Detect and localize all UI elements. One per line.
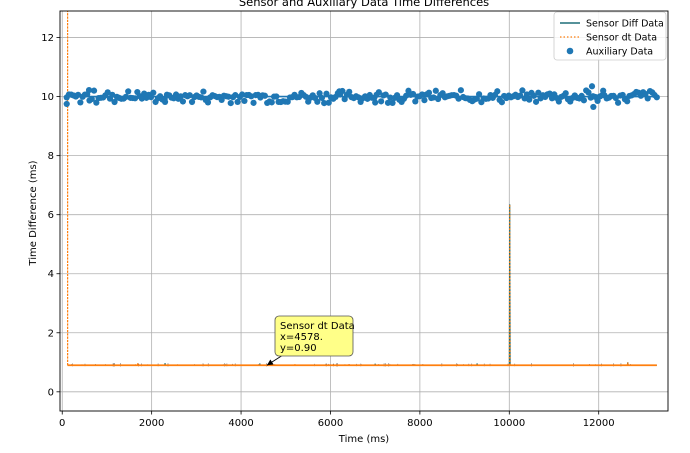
scatter-point-auxiliary bbox=[200, 88, 207, 95]
scatter-point-auxiliary bbox=[77, 99, 84, 106]
scatter-point-auxiliary bbox=[590, 103, 597, 111]
scatter-point-auxiliary bbox=[644, 95, 651, 102]
tooltip-line-y: y=0.90 bbox=[280, 343, 317, 354]
scatter-point-auxiliary bbox=[494, 88, 501, 95]
x-tick-label: 10000 bbox=[493, 418, 525, 429]
x-tick-label: 0 bbox=[59, 418, 65, 429]
scatter-point-auxiliary bbox=[150, 89, 157, 96]
y-tick-label: 4 bbox=[48, 269, 54, 280]
chart-title: Sensor and Auxiliary Data Time Differenc… bbox=[239, 0, 489, 9]
legend-label-sensor-diff: Sensor Diff Data bbox=[586, 19, 664, 30]
chart: 0 2000 4000 6000 8000 10000 12000 0 2 4 6 8 10 12 Sen… bbox=[28, 0, 669, 445]
scatter-point-auxiliary bbox=[372, 99, 379, 106]
x-tick-label: 6000 bbox=[318, 418, 343, 429]
legend: Sensor Diff Data Sensor dt Data Auxiliar… bbox=[553, 11, 667, 61]
scatter-point-auxiliary bbox=[498, 99, 505, 106]
scatter-point-auxiliary bbox=[161, 98, 169, 106]
scatter-point-auxiliary bbox=[653, 94, 660, 101]
scatter-point-auxiliary bbox=[600, 87, 607, 94]
scatter-point-auxiliary bbox=[432, 87, 439, 94]
y-tick-label: 0 bbox=[48, 387, 54, 398]
y-tick-label: 6 bbox=[48, 210, 54, 221]
scatter-point-auxiliary bbox=[562, 90, 569, 97]
plot-background bbox=[60, 11, 668, 411]
scatter-point-auxiliary bbox=[588, 83, 596, 90]
scatter-point-auxiliary bbox=[425, 89, 433, 96]
scatter-point-auxiliary bbox=[63, 100, 70, 108]
scatter-point-auxiliary bbox=[125, 88, 132, 95]
scatter-point-auxiliary bbox=[421, 97, 428, 104]
grid bbox=[60, 11, 668, 411]
y-tick-label: 8 bbox=[48, 151, 54, 162]
tooltip-line-series: Sensor dt Data bbox=[280, 321, 355, 332]
y-tick-label: 12 bbox=[41, 33, 54, 44]
scatter-point-auxiliary bbox=[624, 98, 631, 105]
scatter-point-auxiliary bbox=[378, 98, 385, 105]
x-tick-label: 8000 bbox=[407, 418, 432, 429]
x-tick-label: 4000 bbox=[228, 418, 253, 429]
y-tick-label: 2 bbox=[48, 328, 54, 339]
scatter-point-auxiliary bbox=[179, 98, 187, 105]
scatter-point-auxiliary bbox=[273, 93, 280, 100]
scatter-point-auxiliary bbox=[457, 87, 464, 94]
scatter-point-auxiliary bbox=[241, 97, 248, 105]
x-axis-label: Time (ms) bbox=[338, 434, 390, 445]
legend-swatch-auxiliary bbox=[566, 47, 574, 55]
scatter-point-auxiliary bbox=[336, 88, 343, 95]
y-tick-label: 10 bbox=[41, 92, 54, 103]
legend-label-sensor-dt: Sensor dt Data bbox=[586, 33, 657, 44]
scatter-point-auxiliary bbox=[476, 91, 483, 98]
scatter-point-auxiliary bbox=[614, 99, 622, 106]
scatter-point-auxiliary bbox=[250, 99, 257, 106]
x-tick-label: 2000 bbox=[139, 418, 164, 429]
x-tick-label: 12000 bbox=[583, 418, 615, 429]
scatter-point-auxiliary bbox=[580, 97, 588, 104]
scatter-point-auxiliary bbox=[227, 100, 234, 107]
scatter-point-auxiliary bbox=[261, 92, 269, 99]
scatter-point-auxiliary bbox=[268, 99, 275, 106]
tooltip-line-x: x=4578. bbox=[280, 332, 323, 343]
y-axis-label: Time Difference (ms) bbox=[28, 160, 39, 266]
legend-label-auxiliary: Auxiliary Data bbox=[586, 47, 653, 58]
scatter-point-auxiliary bbox=[85, 87, 93, 94]
scatter-point-auxiliary bbox=[346, 88, 353, 95]
